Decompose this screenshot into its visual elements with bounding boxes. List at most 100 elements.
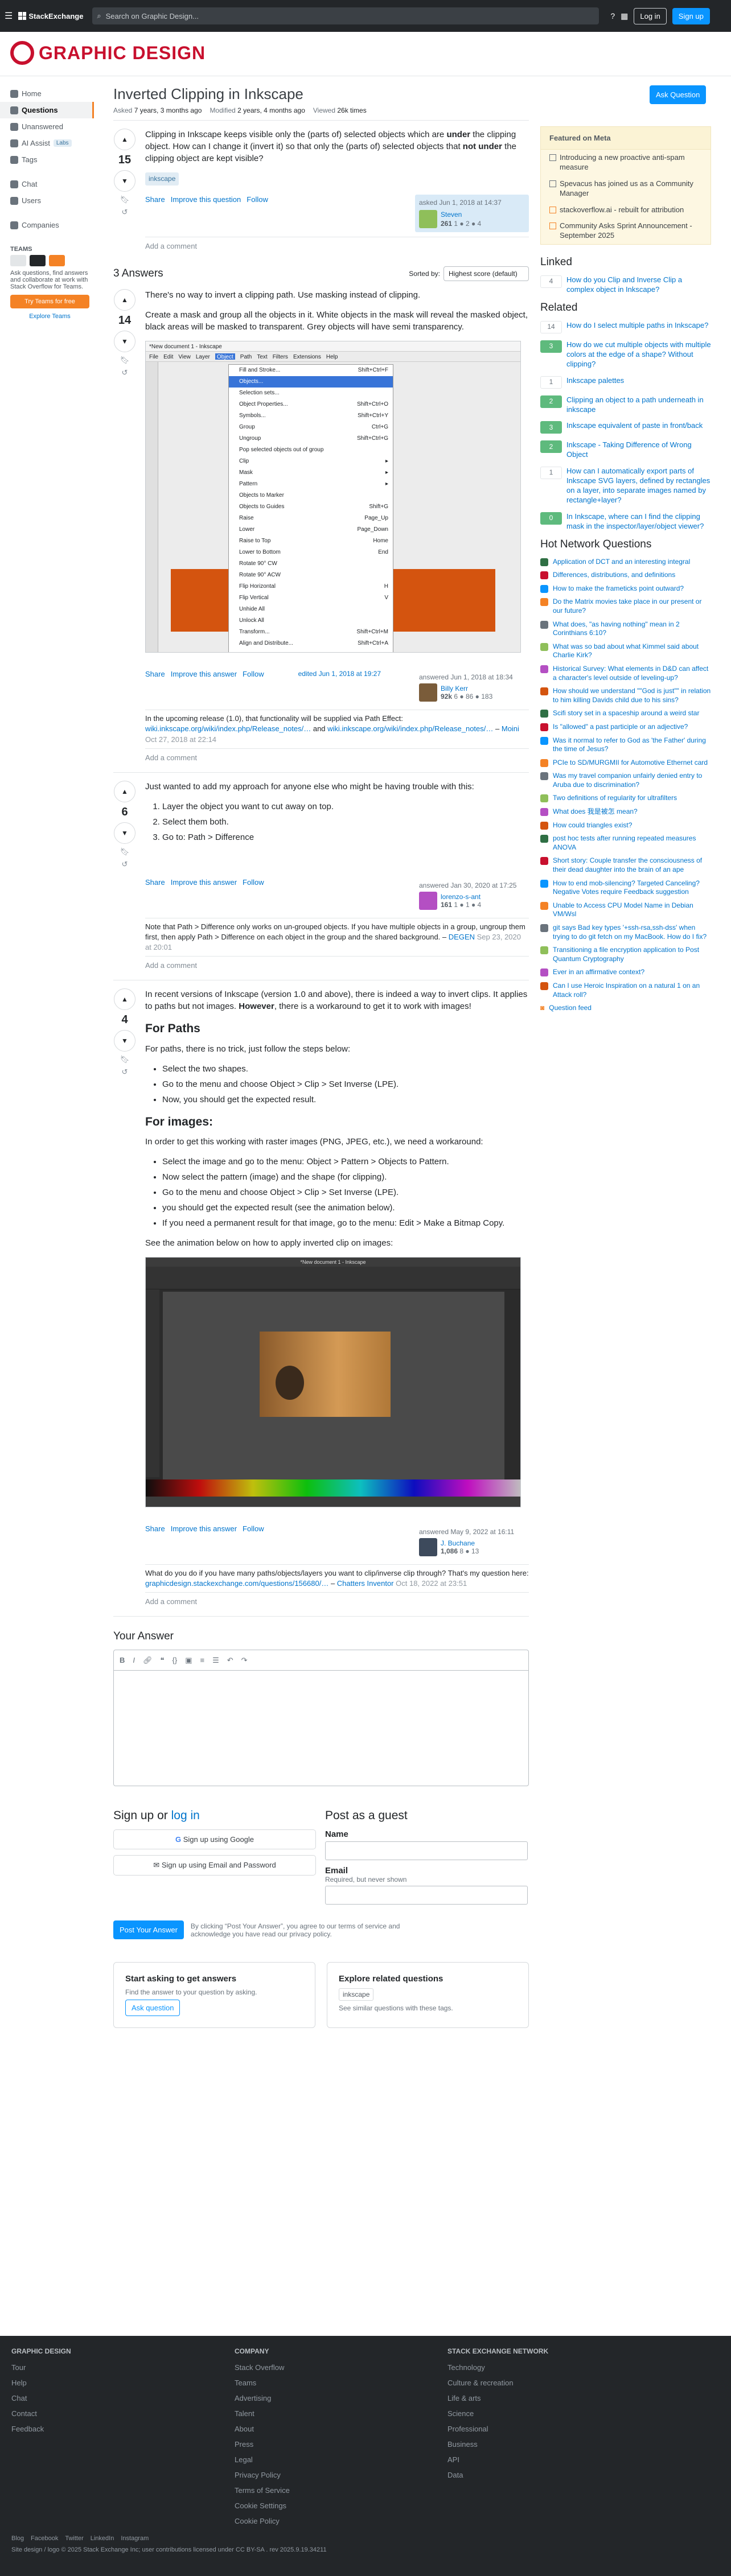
comment-user[interactable]: DEGEN: [449, 933, 475, 941]
share-link[interactable]: Share: [145, 195, 165, 205]
related-question[interactable]: 0 In Inkscape, where can I find the clipp…: [540, 512, 711, 531]
footer-link[interactable]: Legal: [235, 2455, 290, 2464]
hot-network-question[interactable]: Historical Survey: What elements in D&D …: [540, 665, 711, 682]
image-icon[interactable]: ▣: [185, 1656, 192, 1665]
avatar[interactable]: [419, 1538, 437, 1557]
footer-link[interactable]: Privacy Policy: [235, 2471, 290, 2479]
meta-item[interactable]: Community Asks Sprint Announcement - Sep…: [541, 218, 711, 244]
menu-item[interactable]: Unhide All: [229, 604, 393, 615]
related-question-link[interactable]: How do I select multiple paths in Inksca…: [566, 321, 708, 333]
site-logo[interactable]: GRAPHIC DESIGN: [10, 41, 206, 65]
tag-inkscape[interactable]: inkscape: [339, 1988, 374, 2001]
hnq-link[interactable]: How to make the frameticks point outward…: [553, 584, 684, 593]
footer-link[interactable]: Contact: [11, 2409, 71, 2418]
hnq-link[interactable]: post hoc tests after running repeated me…: [553, 834, 711, 852]
hnq-link[interactable]: Is "allowed" a past participle or an adj…: [553, 723, 688, 732]
avatar[interactable]: [419, 210, 437, 229]
related-question[interactable]: 1 How can I automatically export parts of…: [540, 467, 711, 505]
footer-link[interactable]: Terms of Service: [235, 2486, 290, 2495]
share-link[interactable]: Share: [145, 1524, 165, 1533]
hnq-link[interactable]: Transitioning a file encryption applicat…: [553, 946, 711, 963]
hnq-link[interactable]: Two definitions of regularity for ultraf…: [553, 794, 677, 803]
explore-teams-link[interactable]: Explore Teams: [29, 313, 71, 320]
improve-link[interactable]: Improve this answer: [171, 670, 237, 678]
answer-editor[interactable]: B I 🔗︎ ❝ {} ▣ ≡ ☰ ↶ ↷: [113, 1650, 529, 1787]
downvote-arrow-icon[interactable]: ▼: [114, 1030, 135, 1052]
footer-link[interactable]: API: [447, 2455, 548, 2464]
user-name[interactable]: Steven: [441, 210, 481, 220]
hnq-link[interactable]: Was my travel companion unfairly denied …: [553, 772, 711, 789]
nav-tags[interactable]: Tags: [0, 151, 94, 168]
related-question-link[interactable]: How do you Clip and Inverse Clip a compl…: [566, 275, 711, 295]
hot-network-question[interactable]: Differences, distributions, and definiti…: [540, 571, 711, 580]
edited-link[interactable]: edited Jun 1, 2018 at 19:27: [298, 670, 381, 678]
login-button[interactable]: Log in: [634, 7, 667, 24]
question-feed-link[interactable]: Question feed: [549, 1004, 592, 1013]
hnq-link[interactable]: What was so bad about what Kimmel said a…: [553, 642, 711, 660]
related-question-link[interactable]: Inkscape palettes: [566, 376, 624, 389]
hot-network-question[interactable]: What does, "as having nothing" mean in 2…: [540, 620, 711, 638]
hot-network-question[interactable]: How to make the frameticks point outward…: [540, 584, 711, 593]
user-name[interactable]: Billy Kerr: [441, 685, 492, 693]
avatar[interactable]: [419, 891, 437, 910]
hot-network-question[interactable]: Was my travel companion unfairly denied …: [540, 772, 711, 789]
improve-link[interactable]: Improve this answer: [171, 1524, 237, 1533]
hnq-link[interactable]: Historical Survey: What elements in D&D …: [553, 665, 711, 682]
footer-link[interactable]: Teams: [235, 2379, 290, 2387]
hnq-link[interactable]: What does 我是被怎 mean?: [553, 807, 638, 817]
hnq-link[interactable]: Was it normal to refer to God as 'the Fa…: [553, 736, 711, 754]
footer-link[interactable]: Science: [447, 2409, 548, 2418]
hnq-link[interactable]: git says Bad key types '+ssh-rsa,ssh-dss…: [553, 924, 711, 941]
menu-item[interactable]: Pop selected objects out of group: [229, 444, 393, 456]
hnq-link[interactable]: How should we understand ""God is just""…: [553, 687, 711, 704]
bold-icon[interactable]: B: [120, 1656, 125, 1664]
related-question-link[interactable]: Clipping an object to a path underneath …: [566, 395, 711, 415]
try-teams-button[interactable]: Try Teams for free: [10, 295, 89, 308]
avatar[interactable]: [419, 683, 437, 702]
footer-link[interactable]: Business: [447, 2440, 548, 2449]
redo-icon[interactable]: ↷: [241, 1656, 248, 1665]
hot-network-question[interactable]: Unable to Access CPU Model Name in Debia…: [540, 901, 711, 919]
related-question-link[interactable]: How do we cut multiple objects with mult…: [566, 340, 711, 369]
hnq-link[interactable]: Do the Matrix movies take place in our p…: [553, 597, 711, 615]
bookmark-icon[interactable]: 🔖︎: [120, 847, 130, 856]
menu-item[interactable]: Lower Page_Down: [229, 524, 393, 535]
site-switcher-icon[interactable]: ▦: [621, 11, 628, 21]
hot-network-question[interactable]: git says Bad key types '+ssh-rsa,ssh-dss…: [540, 924, 711, 941]
bullet-list-icon[interactable]: ☰: [212, 1656, 219, 1665]
history-icon[interactable]: ↺: [122, 208, 128, 217]
hnq-link[interactable]: What does, "as having nothing" mean in 2…: [553, 620, 711, 638]
nav-unanswered[interactable]: Unanswered: [0, 118, 94, 135]
code-icon[interactable]: {}: [173, 1656, 178, 1664]
ordered-list-icon[interactable]: ≡: [200, 1656, 205, 1664]
footer-link[interactable]: Cookie Policy: [235, 2517, 290, 2525]
footer-link[interactable]: Help: [11, 2379, 71, 2387]
meta-item[interactable]: Spevacus has joined us as a Community Ma…: [541, 176, 711, 202]
history-icon[interactable]: ↺: [122, 860, 128, 869]
hnq-link[interactable]: How to end mob-silencing? Targeted Cance…: [553, 879, 711, 897]
downvote-arrow-icon[interactable]: ▼: [114, 170, 135, 192]
menu-item[interactable]: Group Ctrl+G: [229, 422, 393, 433]
follow-link[interactable]: Follow: [247, 195, 268, 205]
menu-item[interactable]: Raise Page_Up: [229, 513, 393, 524]
footer-link[interactable]: Professional: [447, 2425, 548, 2433]
undo-icon[interactable]: ↶: [227, 1656, 233, 1665]
follow-link[interactable]: Follow: [243, 878, 264, 887]
social-link[interactable]: Twitter: [65, 2535, 83, 2542]
related-question[interactable]: 2 Clipping an object to a path underneath…: [540, 395, 711, 415]
footer-link[interactable]: Stack Overflow: [235, 2363, 290, 2372]
meta-item[interactable]: stackoverflow.ai - rebuilt for attributi…: [541, 202, 711, 219]
footer-link[interactable]: Life & arts: [447, 2394, 548, 2402]
menu-item[interactable]: Unlock All: [229, 615, 393, 627]
menu-item[interactable]: Arrange...: [229, 649, 393, 652]
history-icon[interactable]: ↺: [122, 368, 128, 377]
hot-network-question[interactable]: Ever in an affirmative context?: [540, 968, 711, 977]
hot-network-question[interactable]: How should we understand ""God is just""…: [540, 687, 711, 704]
footer-link[interactable]: Press: [235, 2440, 290, 2449]
nav-users[interactable]: Users: [0, 192, 94, 209]
footer-link[interactable]: Cookie Settings: [235, 2501, 290, 2510]
quote-icon[interactable]: ❝: [161, 1656, 165, 1665]
hnq-link[interactable]: Differences, distributions, and definiti…: [553, 571, 675, 580]
related-question[interactable]: 2 Inkscape - Taking Difference of Wrong O…: [540, 440, 711, 460]
hot-network-question[interactable]: Do the Matrix movies take place in our p…: [540, 597, 711, 615]
